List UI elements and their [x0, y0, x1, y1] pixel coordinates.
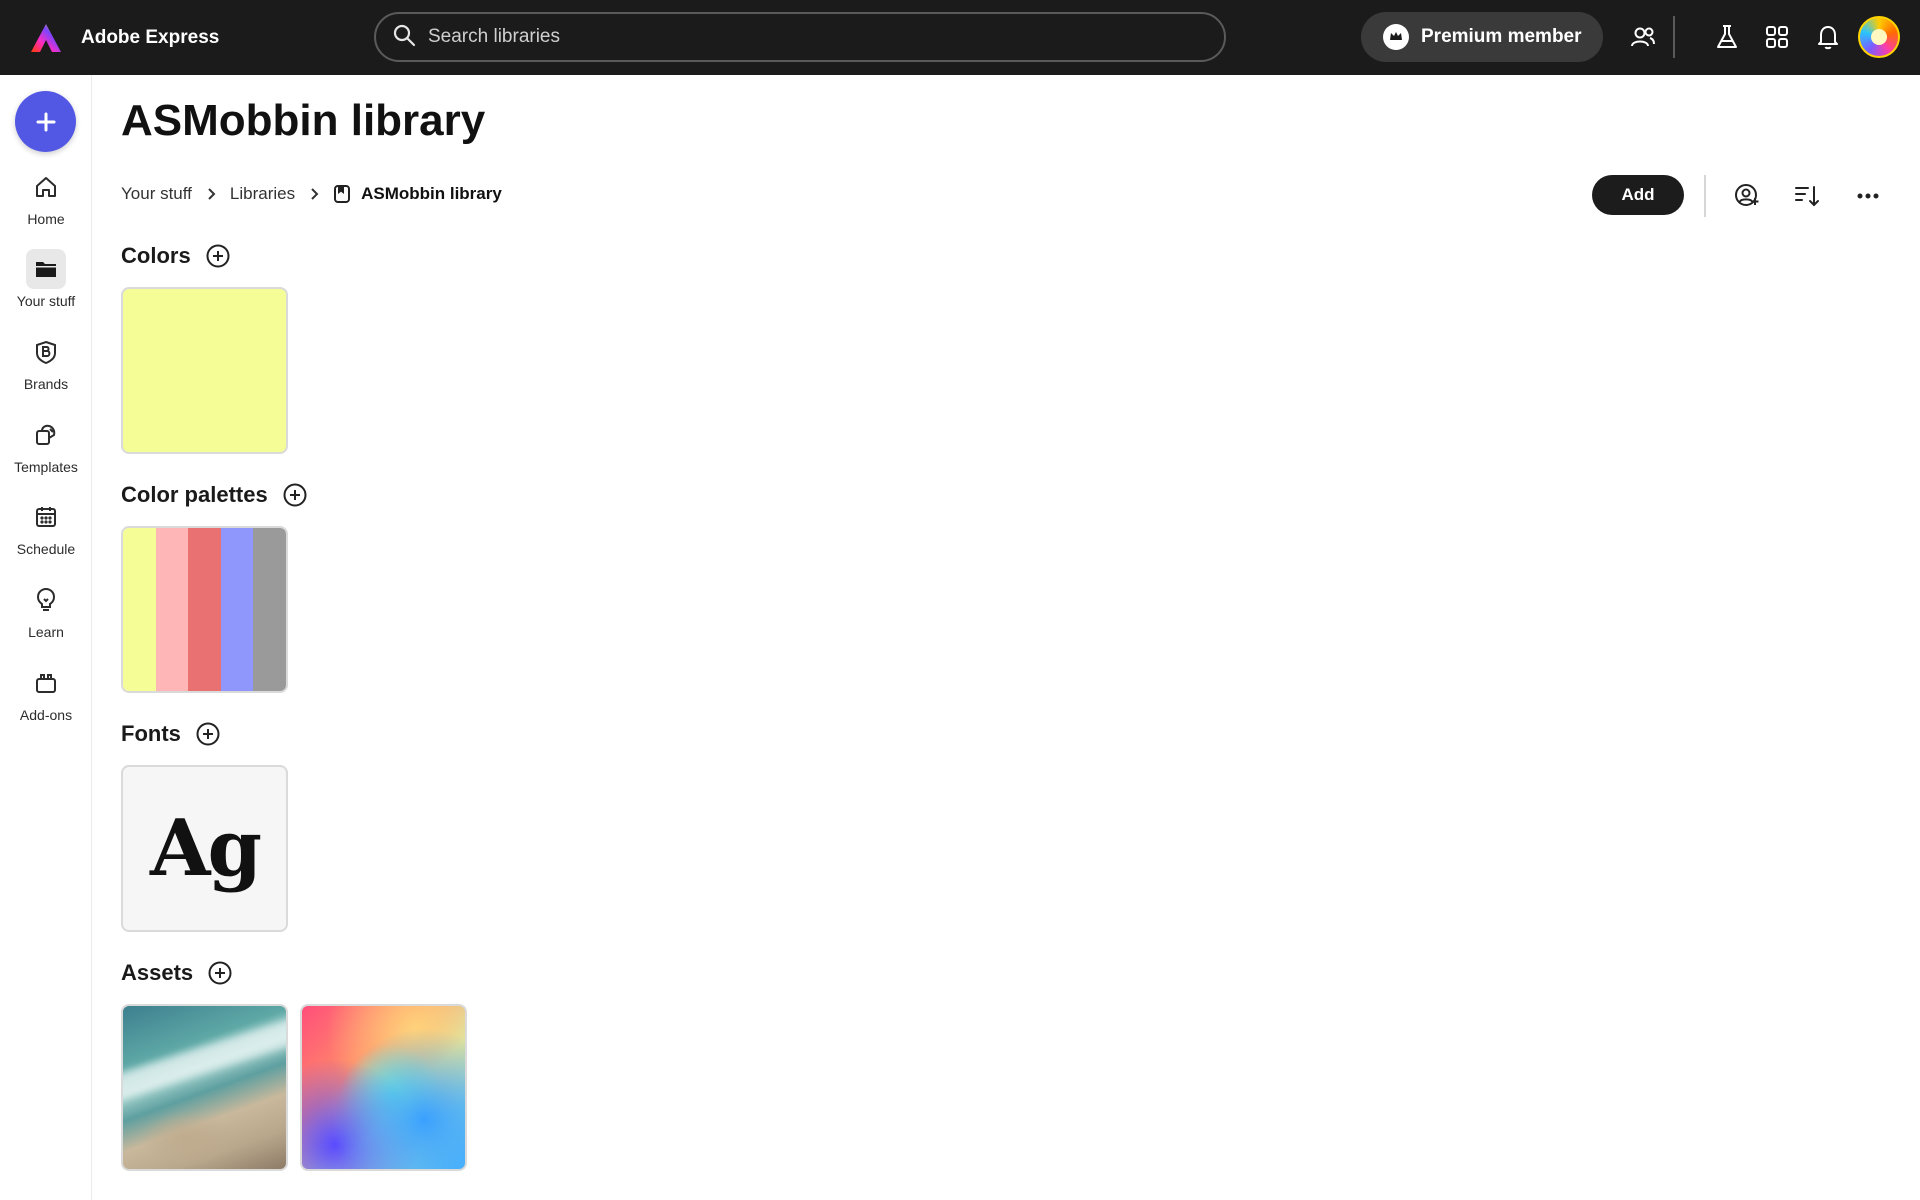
rail-item-schedule[interactable]: Schedule	[0, 497, 92, 569]
create-new-button[interactable]	[15, 91, 76, 152]
breadcrumb-current-library: ASMobbin library	[361, 184, 502, 203]
search-icon	[392, 23, 416, 52]
templates-icon	[26, 415, 66, 455]
add-button[interactable]: Add	[1592, 175, 1684, 215]
left-rail: Home Your stuff Brands Templates Schedul…	[0, 75, 92, 1200]
rail-item-add-ons[interactable]: Add-ons	[0, 663, 92, 735]
asset-beach-aerial-photo[interactable]	[121, 1004, 288, 1171]
font-sample-text: Ag	[149, 803, 262, 894]
breadcrumb-libraries[interactable]: Libraries	[230, 184, 295, 204]
share-people-icon[interactable]	[1625, 19, 1661, 55]
palette-color-5	[253, 528, 286, 691]
adobe-express-logo-icon	[29, 21, 63, 55]
section-colors-title: Colors	[121, 243, 191, 268]
sort-icon[interactable]	[1789, 178, 1825, 214]
palette-color-3	[188, 528, 221, 691]
rail-label-add-ons: Add-ons	[19, 707, 73, 723]
brand-icon	[26, 332, 66, 372]
notifications-bell-icon[interactable]	[1810, 19, 1846, 55]
rail-label-brands: Brands	[23, 376, 69, 392]
section-assets-header: Assets	[121, 960, 233, 986]
addons-icon	[26, 663, 66, 703]
search-bar[interactable]	[374, 12, 1226, 62]
asset-gradient-image[interactable]	[300, 1004, 467, 1171]
crown-icon	[1383, 24, 1409, 50]
user-avatar[interactable]	[1858, 16, 1900, 58]
lightbulb-icon	[26, 580, 66, 620]
color-palette-tile[interactable]	[121, 526, 288, 693]
section-fonts-header: Fonts	[121, 721, 221, 747]
home-icon	[26, 167, 66, 207]
section-colors-header: Colors	[121, 243, 231, 269]
palette-color-4	[220, 528, 254, 691]
rail-item-your-stuff[interactable]: Your stuff	[0, 249, 92, 321]
actions-divider	[1704, 175, 1706, 217]
search-input[interactable]	[428, 26, 1188, 48]
add-color-plus-icon[interactable]	[205, 243, 231, 269]
app-name: Adobe Express	[81, 26, 220, 48]
add-palette-plus-icon[interactable]	[282, 482, 308, 508]
chevron-right-icon	[206, 187, 216, 201]
add-font-plus-icon[interactable]	[195, 721, 221, 747]
rail-item-brands[interactable]: Brands	[0, 332, 92, 404]
top-bar: Adobe Express Premium member	[0, 0, 1920, 75]
rail-item-learn[interactable]: Learn	[0, 580, 92, 652]
more-options-icon[interactable]	[1850, 178, 1886, 214]
premium-member-button[interactable]: Premium member	[1361, 12, 1603, 62]
folder-icon	[26, 249, 66, 289]
rail-item-home[interactable]: Home	[0, 167, 92, 239]
brand[interactable]: Adobe Express	[29, 21, 373, 55]
add-asset-plus-icon[interactable]	[207, 960, 233, 986]
section-palettes-header: Color palettes	[121, 482, 308, 508]
invite-user-icon[interactable]	[1729, 178, 1765, 214]
palette-color-2	[155, 528, 189, 691]
breadcrumb-your-stuff[interactable]: Your stuff	[121, 184, 192, 204]
palette-color-1	[123, 528, 156, 691]
section-assets-title: Assets	[121, 960, 194, 985]
apps-grid-icon[interactable]	[1759, 19, 1795, 55]
page-title: ASMobbin library	[121, 96, 486, 145]
rail-label-your-stuff: Your stuff	[16, 293, 76, 309]
calendar-icon	[26, 497, 66, 537]
rail-label-schedule: Schedule	[16, 541, 76, 557]
rail-label-learn: Learn	[28, 624, 64, 640]
section-fonts-title: Fonts	[121, 721, 181, 746]
breadcrumb: Your stuff Libraries ASMobbin library	[121, 184, 502, 204]
section-palettes-title: Color palettes	[121, 482, 268, 507]
rail-label-templates: Templates	[14, 459, 78, 475]
library-icon	[333, 184, 351, 204]
flask-icon[interactable]	[1709, 19, 1745, 55]
chevron-right-icon	[309, 187, 319, 201]
topbar-divider	[1673, 16, 1675, 58]
rail-label-home: Home	[27, 211, 65, 227]
rail-item-templates[interactable]: Templates	[0, 415, 92, 487]
font-tile[interactable]: Ag	[121, 765, 288, 932]
color-swatch[interactable]	[121, 287, 288, 454]
premium-label: Premium member	[1421, 26, 1582, 47]
